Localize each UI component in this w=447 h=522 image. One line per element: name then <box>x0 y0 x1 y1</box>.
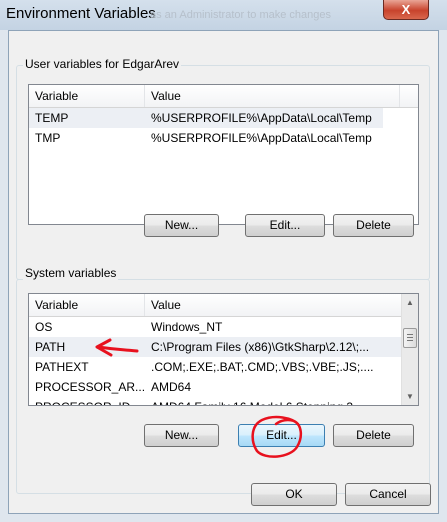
system-variables-list[interactable]: Variable Value OS Windows_NT PATH C:\Pro… <box>28 293 419 406</box>
list-item[interactable]: PROCESSOR_AR... AMD64 <box>29 377 402 397</box>
variable-value: C:\Program Files (x86)\GtkSharp\2.12\;..… <box>151 340 370 354</box>
title-bar: Environment Variables as an Administrato… <box>0 0 447 30</box>
scroll-down-icon[interactable]: ▼ <box>402 388 418 405</box>
variable-name: PROCESSOR_AR... <box>35 380 145 394</box>
variable-name: PATHEXT <box>35 360 89 374</box>
list-item[interactable]: PATHEXT .COM;.EXE;.BAT;.CMD;.VBS;.VBE;.J… <box>29 357 402 377</box>
system-list-scrollbar[interactable]: ▲ ▼ <box>401 294 418 405</box>
user-new-button[interactable]: New... <box>144 214 219 237</box>
list-item[interactable]: PROCESSOR_ID... AMD64 Family 16 Model 6 … <box>29 397 402 405</box>
list-header: Variable Value <box>29 294 418 317</box>
window-title-shadow-text: as an Administrator to make changes <box>150 9 331 21</box>
variable-value: Windows_NT <box>151 320 223 334</box>
dialog-body: User variables for EdgarArev Variable Va… <box>8 30 439 514</box>
variable-value: AMD64 <box>151 380 192 394</box>
variable-name: TEMP <box>35 111 69 125</box>
column-header-value[interactable]: Value <box>145 294 402 316</box>
list-item[interactable]: OS Windows_NT <box>29 317 402 337</box>
system-edit-button[interactable]: Edit... <box>238 424 325 447</box>
ok-button[interactable]: OK <box>251 483 337 506</box>
column-header-variable[interactable]: Variable <box>29 85 145 107</box>
close-button[interactable]: X <box>383 0 429 20</box>
user-edit-button[interactable]: Edit... <box>245 214 325 237</box>
list-item[interactable]: PATH C:\Program Files (x86)\GtkSharp\2.1… <box>29 337 402 357</box>
variable-name: TMP <box>35 131 61 145</box>
variable-name: PATH <box>35 340 66 354</box>
user-variables-label: User variables for EdgarArev <box>23 57 182 71</box>
system-new-button[interactable]: New... <box>144 424 219 447</box>
list-item[interactable]: TMP %USERPROFILE%\AppData\Local\Temp <box>29 128 383 148</box>
column-header-variable[interactable]: Variable <box>29 294 145 316</box>
user-delete-button[interactable]: Delete <box>333 214 414 237</box>
variable-name: PROCESSOR_ID... <box>29 397 145 405</box>
variable-name: OS <box>35 320 53 334</box>
system-variables-label: System variables <box>23 266 119 280</box>
list-header: Variable Value <box>29 85 418 108</box>
window-title: Environment Variables <box>6 5 156 22</box>
system-delete-button[interactable]: Delete <box>333 424 414 447</box>
close-icon: X <box>401 2 411 17</box>
cancel-button[interactable]: Cancel <box>345 483 431 506</box>
column-header-value[interactable]: Value <box>145 85 400 107</box>
list-item[interactable]: TEMP %USERPROFILE%\AppData\Local\Temp <box>29 108 383 128</box>
variable-value: %USERPROFILE%\AppData\Local\Temp <box>151 131 372 145</box>
scroll-up-icon[interactable]: ▲ <box>402 294 418 311</box>
scroll-thumb[interactable] <box>403 328 417 348</box>
variable-value: %USERPROFILE%\AppData\Local\Temp <box>151 111 372 125</box>
user-variables-list[interactable]: Variable Value TEMP %USERPROFILE%\AppDat… <box>28 84 419 225</box>
variable-value: AMD64 Family 16 Model 6 Stepping 3 <box>145 397 402 405</box>
variable-value: .COM;.EXE;.BAT;.CMD;.VBS;.VBE;.JS;.... <box>151 360 374 374</box>
